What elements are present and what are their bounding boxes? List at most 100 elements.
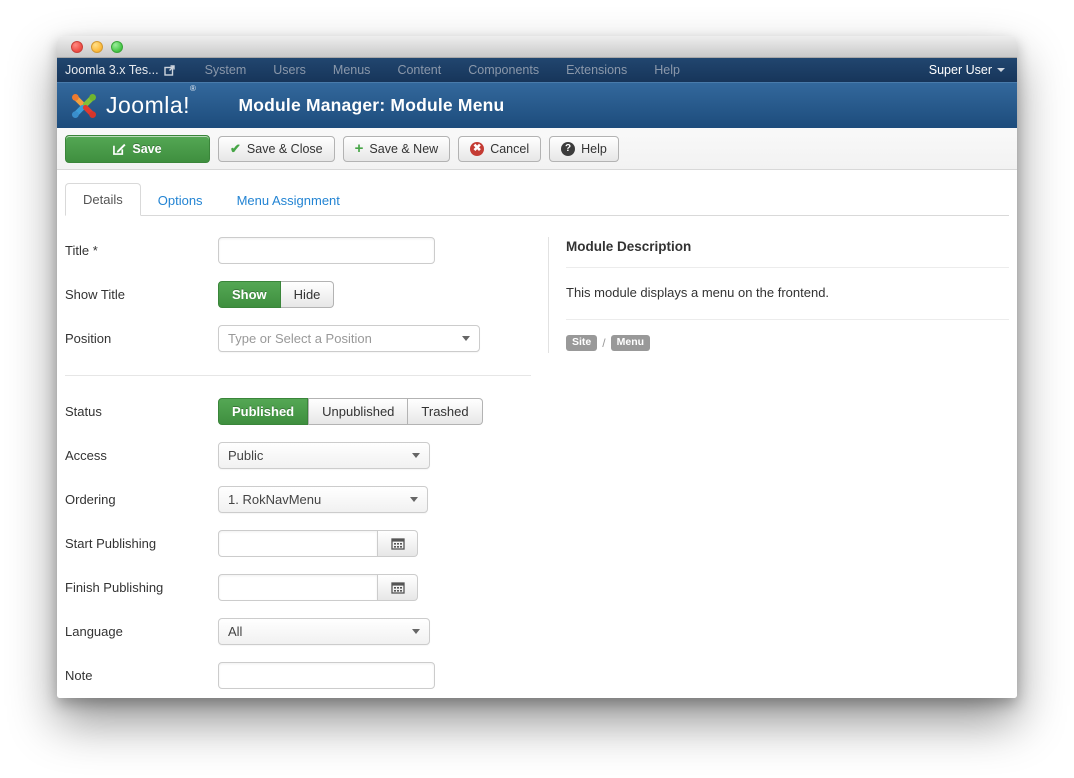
calendar-icon [391,581,405,594]
check-icon: ✔ [230,141,241,157]
menu-item-content[interactable]: Content [397,63,441,77]
save-close-button[interactable]: ✔ Save & Close [218,136,335,162]
ordering-label: Ordering [65,492,218,507]
show-title-row: Show Title Show Hide [65,281,531,308]
save-close-button-label: Save & Close [247,142,323,156]
finish-publishing-calendar-button[interactable] [378,574,418,601]
save-new-button-label: Save & New [369,142,438,156]
title-input[interactable] [218,237,435,264]
dropdown-arrow-icon [462,336,470,341]
status-published-button[interactable]: Published [218,398,308,425]
ordering-value: 1. RokNavMenu [228,492,402,507]
module-description-heading: Module Description [566,237,1009,268]
close-window-button[interactable] [71,41,83,53]
module-type-badges: Site / Menu [566,335,1009,353]
language-value: All [228,624,404,639]
tab-options[interactable]: Options [141,185,220,216]
show-title-label: Show Title [65,287,218,302]
desktop-background: Joomla 3.x Tes... System Users Menus Con… [0,0,1074,778]
menu-badge: Menu [611,335,650,351]
window-titlebar[interactable] [57,36,1017,58]
zoom-window-button[interactable] [111,41,123,53]
note-label: Note [65,668,218,683]
title-label: Title * [65,243,218,258]
access-row: Access Public [65,442,531,469]
calendar-icon [391,537,405,550]
module-form: Title * Show Title Show Hide Position [65,237,531,698]
page-title: Module Manager: Module Menu [238,95,504,116]
menu-item-system[interactable]: System [205,63,247,77]
show-title-toggle: Show Hide [218,281,334,308]
position-label: Position [65,331,218,346]
joomla-logo: Joomla!® [69,91,196,121]
site-brand-label: Joomla 3.x Tes... [65,63,159,77]
tab-details[interactable]: Details [65,183,141,216]
start-publishing-input[interactable] [218,530,378,557]
dropdown-arrow-icon [412,453,420,458]
note-input[interactable] [218,662,435,689]
admin-menu: System Users Menus Content Components Ex… [205,63,929,77]
access-value: Public [228,448,404,463]
dropdown-arrow-icon [410,497,418,502]
finish-publishing-input[interactable] [218,574,378,601]
module-description-text: This module displays a menu on the front… [566,268,1009,320]
registered-mark: ® [190,84,196,93]
menu-item-extensions[interactable]: Extensions [566,63,627,77]
start-publishing-label: Start Publishing [65,536,218,551]
finish-publishing-label: Finish Publishing [65,580,218,595]
title-row: Title * [65,237,531,264]
minimize-window-button[interactable] [91,41,103,53]
access-label: Access [65,448,218,463]
form-divider [65,375,531,376]
status-label: Status [65,404,218,419]
menu-item-users[interactable]: Users [273,63,306,77]
show-title-show-button[interactable]: Show [218,281,281,308]
save-new-button[interactable]: + Save & New [343,136,451,162]
plus-icon: + [355,141,364,156]
position-placeholder: Type or Select a Position [228,331,454,346]
user-menu-dropdown[interactable]: Super User [929,63,1005,77]
status-trashed-button[interactable]: Trashed [408,398,482,425]
ordering-row: Ordering 1. RokNavMenu [65,486,531,513]
tab-bar: Details Options Menu Assignment [65,182,1009,216]
joomla-logo-text: Joomla!® [106,92,196,119]
page-header: Joomla!® Module Manager: Module Menu [57,82,1017,128]
position-select[interactable]: Type or Select a Position [218,325,480,352]
status-row: Status Published Unpublished Trashed [65,398,531,425]
help-icon: ? [561,142,575,156]
user-menu-label: Super User [929,63,992,77]
tab-menu-assignment[interactable]: Menu Assignment [220,185,357,216]
save-button[interactable]: Save [65,135,210,163]
badge-separator: / [602,336,605,350]
access-select[interactable]: Public [218,442,430,469]
module-description-panel: Module Description This module displays … [548,237,1009,353]
admin-navbar: Joomla 3.x Tes... System Users Menus Con… [57,58,1017,82]
save-edit-icon [113,142,126,155]
finish-publishing-row: Finish Publishing [65,574,531,601]
language-select[interactable]: All [218,618,430,645]
position-row: Position Type or Select a Position [65,325,531,352]
content-area: Details Options Menu Assignment Title * … [57,182,1017,698]
show-title-hide-button[interactable]: Hide [281,281,335,308]
menu-item-menus[interactable]: Menus [333,63,371,77]
help-button[interactable]: ? Help [549,136,619,162]
status-toggle: Published Unpublished Trashed [218,398,483,425]
cancel-button[interactable]: ✖ Cancel [458,136,541,162]
save-button-label: Save [132,142,161,156]
menu-item-help[interactable]: Help [654,63,680,77]
cancel-icon: ✖ [470,142,484,156]
help-button-label: Help [581,142,607,156]
start-publishing-row: Start Publishing [65,530,531,557]
start-publishing-calendar-button[interactable] [378,530,418,557]
status-unpublished-button[interactable]: Unpublished [308,398,408,425]
ordering-select[interactable]: 1. RokNavMenu [218,486,428,513]
chevron-down-icon [997,68,1005,72]
app-window: Joomla 3.x Tes... System Users Menus Con… [57,36,1017,698]
external-link-icon [164,65,175,76]
joomla-logo-icon [69,91,99,121]
language-row: Language All [65,618,531,645]
menu-item-components[interactable]: Components [468,63,539,77]
toolbar: Save ✔ Save & Close + Save & New ✖ Cance… [57,128,1017,170]
site-badge: Site [566,335,597,351]
site-brand-link[interactable]: Joomla 3.x Tes... [65,63,175,77]
